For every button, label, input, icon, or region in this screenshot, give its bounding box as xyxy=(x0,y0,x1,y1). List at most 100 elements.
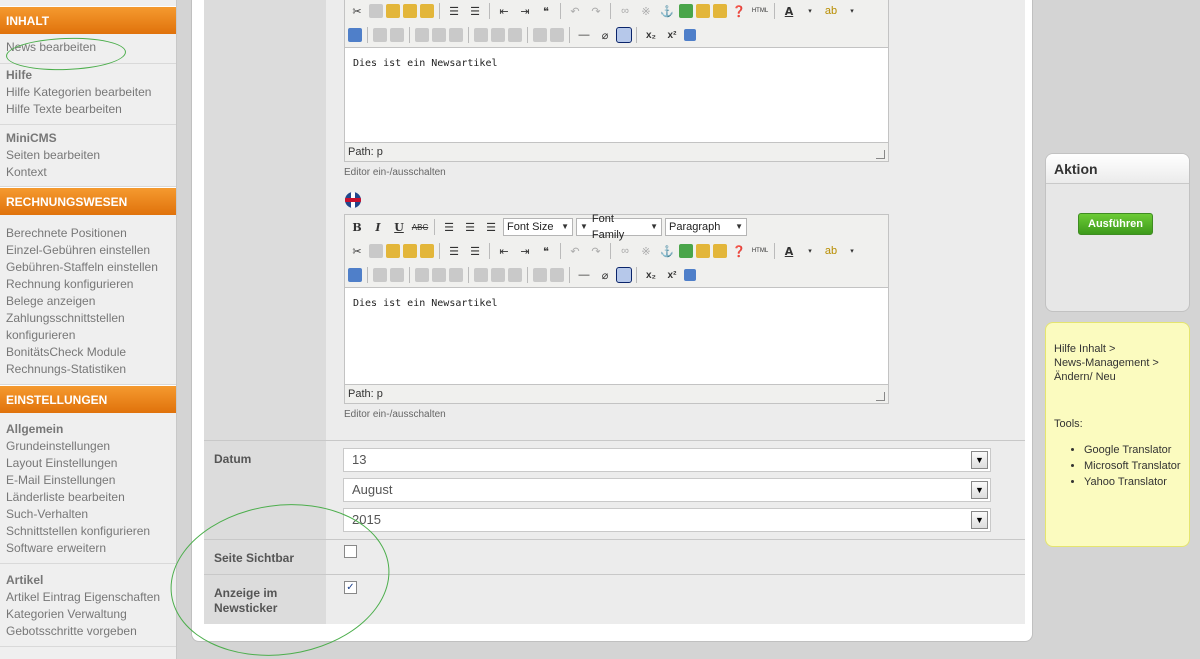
subscript-icon[interactable]: x₂ xyxy=(642,26,660,44)
redo-icon[interactable]: ↷ xyxy=(587,2,605,20)
nav-rechnung-konfigurieren[interactable]: Rechnung konfigurieren xyxy=(6,276,170,293)
nav-laenderliste[interactable]: Länderliste bearbeiten xyxy=(6,489,170,506)
nav-layout-einstellungen[interactable]: Layout Einstellungen xyxy=(6,455,170,472)
delete-col-icon[interactable] xyxy=(508,268,522,282)
horizontal-rule-icon[interactable]: — xyxy=(575,266,593,284)
paste-text-icon[interactable] xyxy=(403,244,417,258)
unlink-icon[interactable]: ※ xyxy=(637,2,655,20)
nav-gebotsschritte[interactable]: Gebotsschritte vorgeben xyxy=(6,623,170,640)
anchor-icon[interactable]: ⚓ xyxy=(658,242,676,260)
nav-belege-anzeigen[interactable]: Belege anzeigen xyxy=(6,293,170,310)
row-props-icon[interactable] xyxy=(373,28,387,42)
editor-content-area-2[interactable]: Dies ist ein Newsartikel xyxy=(345,287,888,385)
insert-col-before-icon[interactable] xyxy=(474,28,488,42)
editor-toggle-link-1[interactable]: Editor ein-/ausschalten xyxy=(344,167,446,178)
nav-zahlungsschnittstellen[interactable]: Zahlungsschnittstellen konfigurieren xyxy=(6,310,156,344)
nav-grundeinstellungen[interactable]: Grundeinstellungen xyxy=(6,438,170,455)
undo-icon[interactable]: ↶ xyxy=(566,242,584,260)
chevron-down-icon[interactable]: ▼ xyxy=(971,511,988,529)
indent-icon[interactable]: ⇥ xyxy=(516,2,534,20)
help-breadcrumb-3[interactable]: Ändern/ Neu xyxy=(1054,370,1181,384)
html-icon[interactable]: HTML xyxy=(751,2,769,20)
delete-row-icon[interactable] xyxy=(449,268,463,282)
merge-cells-icon[interactable] xyxy=(550,268,564,282)
align-left-icon[interactable]: ☰ xyxy=(440,218,458,236)
charmap-icon[interactable] xyxy=(684,269,696,281)
charmap-icon[interactable] xyxy=(684,29,696,41)
insert-col-after-icon[interactable] xyxy=(491,268,505,282)
insert-col-after-icon[interactable] xyxy=(491,28,505,42)
horizontal-rule-icon[interactable]: — xyxy=(575,26,593,44)
font-size-select[interactable]: Font Size ▼ xyxy=(503,218,573,236)
nav-schnittstellen[interactable]: Schnittstellen konfigurieren xyxy=(6,523,170,540)
ausfuehren-button[interactable]: Ausführen xyxy=(1078,213,1153,235)
tool-microsoft-translator[interactable]: Microsoft Translator xyxy=(1084,458,1181,474)
cut-icon[interactable]: ✂ xyxy=(348,242,366,260)
resize-grip-icon[interactable] xyxy=(876,150,885,159)
copy-icon[interactable] xyxy=(369,244,383,258)
bold-icon[interactable]: B xyxy=(348,218,366,236)
background-color-icon[interactable]: ab xyxy=(822,2,840,20)
redo-icon[interactable]: ↷ xyxy=(587,242,605,260)
paste-word-icon[interactable] xyxy=(420,244,434,258)
underline-icon[interactable]: U xyxy=(390,218,408,236)
unlink-icon[interactable]: ※ xyxy=(637,242,655,260)
text-color-dropdown-icon[interactable]: ▾ xyxy=(801,2,819,20)
superscript-icon[interactable]: x² xyxy=(663,266,681,284)
subscript-icon[interactable]: x₂ xyxy=(642,266,660,284)
anchor-icon[interactable]: ⚓ xyxy=(658,2,676,20)
insert-col-before-icon[interactable] xyxy=(474,268,488,282)
split-cells-icon[interactable] xyxy=(533,28,547,42)
bullet-list-icon[interactable]: ☰ xyxy=(445,242,463,260)
nav-berechnete-positionen[interactable]: Berechnete Positionen xyxy=(6,225,170,242)
insert-row-before-icon[interactable] xyxy=(415,268,429,282)
chevron-down-icon[interactable]: ▼ xyxy=(971,451,988,469)
outdent-icon[interactable]: ⇤ xyxy=(495,2,513,20)
insert-row-after-icon[interactable] xyxy=(432,268,446,282)
media-icon[interactable] xyxy=(696,244,710,258)
paste-icon[interactable] xyxy=(386,244,400,258)
remove-format-icon[interactable]: ⌀ xyxy=(596,26,614,44)
image-icon[interactable] xyxy=(679,4,693,18)
nav-gebuehren-staffeln[interactable]: Gebühren-Staffeln einstellen xyxy=(6,259,170,276)
tool-yahoo-translator[interactable]: Yahoo Translator xyxy=(1084,474,1181,490)
bullet-list-icon[interactable]: ☰ xyxy=(445,2,463,20)
undo-icon[interactable]: ↶ xyxy=(566,2,584,20)
superscript-icon[interactable]: x² xyxy=(663,26,681,44)
edit-css-icon[interactable] xyxy=(348,28,362,42)
paste-text-icon[interactable] xyxy=(403,4,417,18)
link-icon[interactable]: ∞ xyxy=(616,242,634,260)
nav-seiten-bearbeiten[interactable]: Seiten bearbeiten xyxy=(6,147,170,164)
nav-software-erweitern[interactable]: Software erweitern xyxy=(6,540,170,557)
year-select[interactable]: 2015 ▼ xyxy=(343,508,991,532)
help-icon[interactable]: ❓ xyxy=(730,242,748,260)
help-breadcrumb-1[interactable]: Hilfe Inhalt > xyxy=(1054,342,1181,356)
cleanup-icon[interactable] xyxy=(713,244,727,258)
resize-grip-icon[interactable] xyxy=(876,392,885,401)
background-color-dropdown-icon[interactable]: ▾ xyxy=(843,242,861,260)
cell-props-icon[interactable] xyxy=(390,28,404,42)
blockquote-icon[interactable]: ❝ xyxy=(537,2,555,20)
visual-aid-icon[interactable] xyxy=(616,267,632,283)
delete-row-icon[interactable] xyxy=(449,28,463,42)
insert-row-after-icon[interactable] xyxy=(432,28,446,42)
font-family-select[interactable]: ▼ Font Family ▼ xyxy=(576,213,662,241)
nav-einzel-gebuehren[interactable]: Einzel-Gebühren einstellen xyxy=(6,242,170,259)
html-icon[interactable]: HTML xyxy=(751,242,769,260)
copy-icon[interactable] xyxy=(369,4,383,18)
image-icon[interactable] xyxy=(679,244,693,258)
italic-icon[interactable]: I xyxy=(369,218,387,236)
indent-icon[interactable]: ⇥ xyxy=(516,242,534,260)
month-select[interactable]: August ▼ xyxy=(343,478,991,502)
editor-content-area-1[interactable]: Dies ist ein Newsartikel xyxy=(345,47,888,143)
nav-bonitaetscheck[interactable]: BonitätsCheck Module xyxy=(6,344,170,361)
background-color-dropdown-icon[interactable]: ▾ xyxy=(843,2,861,20)
paste-word-icon[interactable] xyxy=(420,4,434,18)
chevron-down-icon[interactable]: ▼ xyxy=(971,481,988,499)
numbered-list-icon[interactable]: ☰ xyxy=(466,2,484,20)
strikethrough-icon[interactable]: ABC xyxy=(411,218,429,236)
nav-hilfe-kategorien[interactable]: Hilfe Kategorien bearbeiten xyxy=(6,84,170,101)
media-icon[interactable] xyxy=(696,4,710,18)
nav-such-verhalten[interactable]: Such-Verhalten xyxy=(6,506,170,523)
remove-format-icon[interactable]: ⌀ xyxy=(596,266,614,284)
